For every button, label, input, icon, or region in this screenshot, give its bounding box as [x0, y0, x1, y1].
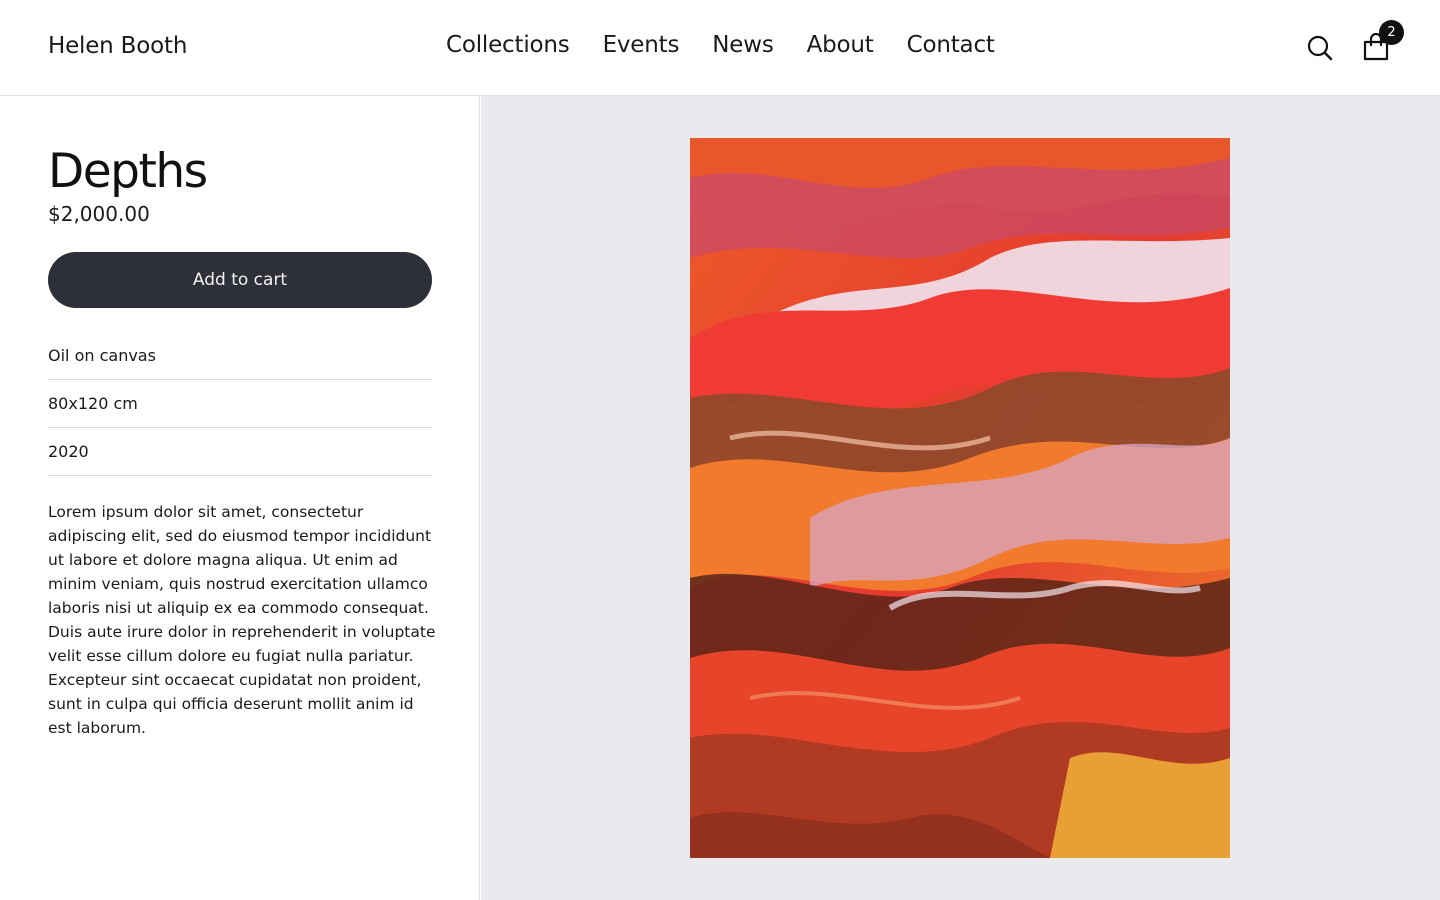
- cart-count-badge: 2: [1379, 20, 1404, 45]
- nav-collections[interactable]: Collections: [446, 32, 570, 58]
- nav-news[interactable]: News: [712, 32, 774, 58]
- nav-about[interactable]: About: [807, 32, 874, 58]
- nav-events[interactable]: Events: [603, 32, 680, 58]
- main-nav: Collections Events News About Contact: [446, 32, 995, 58]
- product-image-panel: [481, 96, 1440, 900]
- product-description: Lorem ipsum dolor sit amet, consectetur …: [48, 503, 436, 737]
- nav-contact[interactable]: Contact: [907, 32, 995, 58]
- add-to-cart-button[interactable]: Add to cart: [48, 252, 432, 308]
- site-header: Helen Booth Collections Events News Abou…: [0, 0, 1440, 96]
- product-title: Depths: [48, 144, 208, 199]
- search-icon[interactable]: [1306, 34, 1334, 62]
- product-details: Depths $2,000.00 Add to cart Oil on canv…: [0, 96, 480, 900]
- artwork-image: [690, 138, 1230, 858]
- spec-medium: Oil on canvas: [48, 332, 432, 380]
- brand-logo[interactable]: Helen Booth: [48, 33, 187, 59]
- product-price: $2,000.00: [48, 202, 150, 226]
- product-specs: Oil on canvas 80x120 cm 2020: [48, 332, 432, 476]
- spec-dimensions: 80x120 cm: [48, 380, 432, 428]
- spec-year: 2020: [48, 428, 432, 476]
